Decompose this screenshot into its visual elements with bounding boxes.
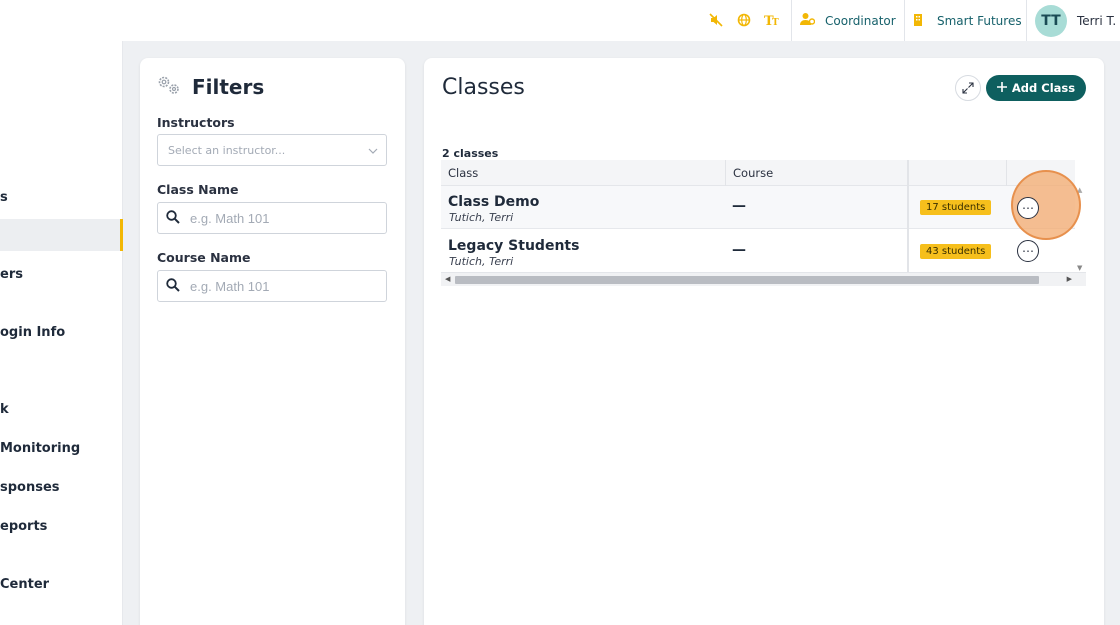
row-actions-button[interactable]: ⋯ <box>1017 197 1039 219</box>
student-count-badge: 43 students <box>920 244 992 259</box>
class-count: 2 classes <box>442 147 499 160</box>
scroll-down-arrow-icon[interactable]: ▼ <box>1077 264 1082 272</box>
org-switcher[interactable]: Smart Futures <box>913 0 1022 41</box>
filters-header: Filters <box>156 74 264 100</box>
more-icon: ⋯ <box>1022 244 1034 258</box>
column-header-course[interactable]: Course <box>733 166 773 180</box>
user-name: Terri T. <box>1077 13 1117 28</box>
classes-table: Class Course Class Demo Tutich, Terri — … <box>441 160 1086 288</box>
table-row[interactable]: Class Demo Tutich, Terri — 17 students <box>441 186 1075 229</box>
search-icon <box>166 209 180 228</box>
sidebar-item-label: Monitoring <box>0 440 81 456</box>
class-name[interactable]: Legacy Students <box>448 238 579 254</box>
user-menu[interactable]: TT Terri T. <box>1035 0 1116 41</box>
sidebar-item[interactable]: ogin Info <box>0 316 123 348</box>
table-header: Class Course <box>441 160 1075 186</box>
column-header-class[interactable]: Class <box>448 166 478 180</box>
chevron-down-icon <box>368 144 378 157</box>
sidebar-item[interactable]: sponses <box>0 471 123 503</box>
course-name-label: Course Name <box>157 250 251 265</box>
sidebar-item-label: s <box>0 189 8 205</box>
table-row[interactable]: Legacy Students Tutich, Terri — 43 stude… <box>441 230 1075 273</box>
sidebar-item[interactable]: Center <box>0 568 123 600</box>
sidebar-item[interactable]: s <box>0 181 123 213</box>
globe-icon[interactable] <box>736 12 752 28</box>
sidebar-item-label: eports <box>0 518 48 534</box>
plus-icon <box>996 81 1007 95</box>
topbar-divider <box>904 0 905 41</box>
sidebar-item-active[interactable] <box>0 219 123 251</box>
building-icon <box>913 13 923 29</box>
add-class-label: Add Class <box>1011 81 1076 95</box>
mute-icon[interactable] <box>708 12 724 28</box>
role-label: Coordinator <box>825 13 896 28</box>
instructor-select-placeholder: Select an instructor... <box>168 143 286 157</box>
sidebar-item-label: sponses <box>0 479 60 495</box>
row-actions-button[interactable]: ⋯ <box>1017 240 1039 262</box>
classes-panel: Classes Add Class 2 classes Class Course… <box>424 58 1104 625</box>
scrollbar-thumb[interactable] <box>455 276 1039 284</box>
avatar: TT <box>1035 4 1067 37</box>
column-divider <box>725 160 726 186</box>
filters-panel: Filters Instructors Select an instructor… <box>140 58 405 625</box>
sidebar-item[interactable]: ers <box>0 258 123 290</box>
svg-text:T: T <box>772 18 779 27</box>
sidebar-item-label: ogin Info <box>0 324 66 340</box>
filters-title: Filters <box>192 75 265 99</box>
gears-icon <box>156 74 182 100</box>
horizontal-scrollbar[interactable]: ◀ ▶ <box>441 272 1086 286</box>
topbar-icons: TT <box>708 12 780 28</box>
class-name-field[interactable] <box>157 202 387 234</box>
topbar-divider <box>791 0 792 41</box>
scroll-left-arrow-icon[interactable]: ◀ <box>445 275 450 283</box>
text-size-icon[interactable]: TT <box>764 12 780 28</box>
sticky-column-divider <box>907 160 909 272</box>
instructors-label: Instructors <box>157 115 235 130</box>
scroll-right-arrow-icon[interactable]: ▶ <box>1067 275 1072 283</box>
sidebar-item[interactable]: eports <box>0 510 123 542</box>
page-title: Classes <box>442 75 525 100</box>
topbar-divider <box>1026 0 1027 41</box>
top-bar: TT Coordinator Smart Futures TT Terri T. <box>0 0 1120 41</box>
course-name-input[interactable] <box>190 278 360 294</box>
expand-icon <box>962 79 974 98</box>
sidebar-item-label: Center <box>0 576 50 592</box>
class-instructor: Tutich, Terri <box>449 211 514 224</box>
course-name-field[interactable] <box>157 270 387 302</box>
sidebar: s ers ogin Info k Monitoring sponses epo… <box>0 41 123 625</box>
class-name-input[interactable] <box>190 210 360 226</box>
user-role-icon <box>800 12 816 29</box>
sidebar-item-label: ers <box>0 266 23 282</box>
class-name[interactable]: Class Demo <box>448 194 539 210</box>
class-name-label: Class Name <box>157 182 239 197</box>
add-class-button[interactable]: Add Class <box>986 75 1086 101</box>
column-divider <box>1006 160 1007 186</box>
sidebar-item[interactable]: Monitoring <box>0 432 123 464</box>
sidebar-item[interactable]: k <box>0 393 123 425</box>
instructor-select[interactable]: Select an instructor... <box>157 134 387 166</box>
class-instructor: Tutich, Terri <box>449 255 514 268</box>
class-course: — <box>732 242 746 258</box>
sidebar-item-label: k <box>0 401 9 417</box>
student-count-badge: 17 students <box>920 200 992 215</box>
role-switcher[interactable]: Coordinator <box>800 0 896 41</box>
expand-button[interactable] <box>955 75 981 101</box>
search-icon <box>166 277 180 296</box>
org-label: Smart Futures <box>937 13 1022 28</box>
more-icon: ⋯ <box>1022 201 1034 215</box>
class-course: — <box>732 198 746 214</box>
